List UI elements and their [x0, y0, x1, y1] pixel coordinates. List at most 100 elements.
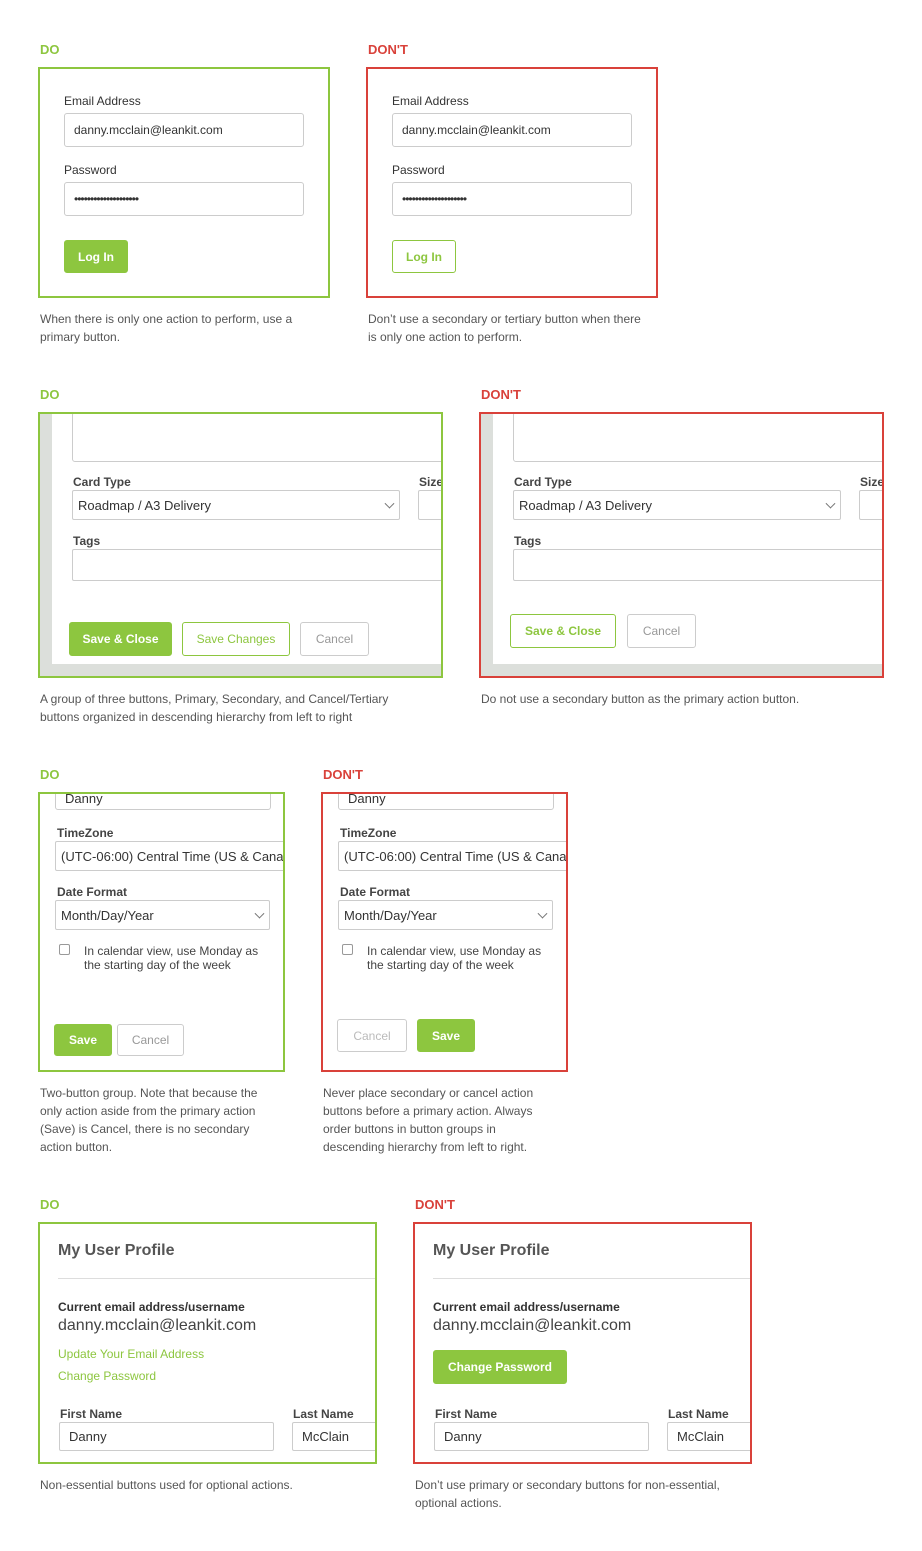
cancel-button[interactable]: Cancel: [117, 1024, 184, 1056]
chevron-down-icon: [825, 498, 836, 509]
email-label: Email Address: [64, 94, 141, 108]
caption: A group of three buttons, Primary, Secon…: [40, 692, 389, 724]
page-title: My User Profile: [433, 1242, 550, 1259]
profile-dont-example: My User Profile Current email address/us…: [413, 1222, 752, 1464]
last-name-label: Last Name: [668, 1407, 729, 1421]
profile-do-example: My User Profile Current email address/us…: [38, 1222, 377, 1464]
cancel-button[interactable]: Cancel: [337, 1019, 407, 1052]
save-primary-button[interactable]: Save: [417, 1019, 475, 1052]
divider: [58, 1278, 375, 1279]
last-name-label: Last Name: [293, 1407, 354, 1421]
date-format-select[interactable]: Month/Day/Year: [338, 900, 553, 930]
do-label: DO: [40, 767, 60, 782]
do-label: DO: [40, 42, 60, 57]
chevron-down-icon: [254, 908, 265, 919]
settings-do-example: Danny TimeZone (UTC-06:00) Central Time …: [38, 792, 285, 1072]
update-email-link[interactable]: Update Your Email Address: [58, 1347, 204, 1361]
chevron-down-icon: [537, 908, 548, 919]
checkbox-label: In calendar view, use Monday as the start…: [84, 944, 259, 972]
size-label: Size: [419, 475, 443, 489]
card-type-select[interactable]: Roadmap / A3 Delivery: [72, 490, 400, 520]
login-secondary-button[interactable]: Log In: [392, 240, 456, 273]
date-format-select[interactable]: Month/Day/Year: [55, 900, 270, 930]
do-label: DO: [40, 387, 60, 402]
card-type-select[interactable]: Roadmap / A3 Delivery: [513, 490, 841, 520]
chevron-down-icon: [384, 498, 395, 509]
caption: Do not use a secondary button as the pri…: [481, 692, 800, 706]
dont-label: DON'T: [323, 767, 363, 782]
first-name-field[interactable]: Danny: [434, 1422, 649, 1451]
do-label: DO: [40, 1197, 60, 1212]
timezone-select[interactable]: (UTC-06:00) Central Time (US & Canada): [55, 841, 283, 871]
last-name-field[interactable]: McClain: [667, 1422, 750, 1451]
current-email-value: danny.mcclain@leankit.com: [58, 1317, 257, 1334]
date-format-value: Month/Day/Year: [344, 907, 437, 923]
modal-backdrop: [481, 414, 493, 676]
timezone-label: TimeZone: [57, 826, 114, 840]
password-label: Password: [64, 163, 117, 177]
card-form-do-example: Card Type Roadmap / A3 Delivery Size Tag…: [38, 412, 443, 678]
divider: [433, 1278, 750, 1279]
tags-label: Tags: [73, 534, 101, 548]
date-format-label: Date Format: [57, 885, 128, 899]
checkbox-label: In calendar view, use Monday as the start…: [367, 944, 542, 972]
first-name-label: First Name: [435, 1407, 498, 1421]
save-primary-button[interactable]: Save: [54, 1024, 112, 1056]
email-field[interactable]: danny.mcclain@leankit.com: [64, 113, 304, 147]
email-field[interactable]: danny.mcclain@leankit.com: [392, 113, 632, 147]
timezone-select[interactable]: (UTC-06:00) Central Time (US & Canada): [338, 841, 566, 871]
modal-backdrop-bottom: [40, 664, 441, 676]
monday-start-checkbox[interactable]: [342, 944, 353, 955]
modal-backdrop: [40, 414, 52, 676]
size-field[interactable]: [418, 490, 441, 520]
tags-field[interactable]: [72, 549, 441, 581]
size-label: Size: [860, 475, 884, 489]
size-field[interactable]: [859, 490, 882, 520]
card-type-label: Card Type: [514, 475, 572, 489]
caption: Two-button group. Note that because the o…: [40, 1086, 258, 1154]
login-dont-example: Email Address danny.mcclain@leankit.com …: [366, 67, 658, 298]
name-field[interactable]: Danny: [338, 794, 554, 810]
change-password-link[interactable]: Change Password: [58, 1369, 156, 1383]
login-do-example: Email Address danny.mcclain@leankit.com …: [38, 67, 330, 298]
tags-field[interactable]: [513, 549, 882, 581]
page-title: My User Profile: [58, 1242, 175, 1259]
caption: Never place secondary or cancel action bu…: [323, 1086, 534, 1154]
last-name-field[interactable]: McClain: [292, 1422, 375, 1451]
card-type-label: Card Type: [73, 475, 131, 489]
current-email-value: danny.mcclain@leankit.com: [433, 1317, 632, 1334]
monday-start-checkbox[interactable]: [59, 944, 70, 955]
password-label: Password: [392, 163, 445, 177]
dont-label: DON'T: [415, 1197, 455, 1212]
first-name-field[interactable]: Danny: [59, 1422, 274, 1451]
password-field[interactable]: ••••••••••••••••••••: [392, 182, 632, 216]
modal-backdrop-bottom: [481, 664, 882, 676]
current-email-label: Current email address/username: [58, 1300, 245, 1314]
cancel-button[interactable]: Cancel: [300, 622, 369, 656]
date-format-label: Date Format: [340, 885, 411, 899]
change-password-button[interactable]: Change Password: [433, 1350, 567, 1384]
caption: When there is only one action to perform…: [40, 312, 293, 344]
first-name-label: First Name: [60, 1407, 123, 1421]
dont-label: DON'T: [481, 387, 521, 402]
login-primary-button[interactable]: Log In: [64, 240, 128, 273]
caption: Don’t use a secondary or tertiary button…: [368, 312, 641, 344]
password-field[interactable]: ••••••••••••••••••••: [64, 182, 304, 216]
description-textarea[interactable]: [513, 414, 882, 462]
save-changes-secondary-button[interactable]: Save Changes: [182, 622, 290, 656]
name-field[interactable]: Danny: [55, 794, 271, 810]
card-form-dont-example: Card Type Roadmap / A3 Delivery Size Tag…: [479, 412, 884, 678]
description-textarea[interactable]: [72, 414, 441, 462]
dont-label: DON'T: [368, 42, 408, 57]
caption: Non-essential buttons used for optional …: [40, 1478, 293, 1492]
caption: Don’t use primary or secondary buttons f…: [415, 1478, 720, 1510]
card-type-value: Roadmap / A3 Delivery: [519, 497, 652, 513]
save-close-primary-button[interactable]: Save & Close: [69, 622, 172, 656]
email-label: Email Address: [392, 94, 469, 108]
timezone-label: TimeZone: [340, 826, 397, 840]
cancel-button[interactable]: Cancel: [627, 614, 696, 648]
card-type-value: Roadmap / A3 Delivery: [78, 497, 211, 513]
date-format-value: Month/Day/Year: [61, 907, 154, 923]
tags-label: Tags: [514, 534, 542, 548]
save-close-secondary-button[interactable]: Save & Close: [510, 614, 616, 648]
